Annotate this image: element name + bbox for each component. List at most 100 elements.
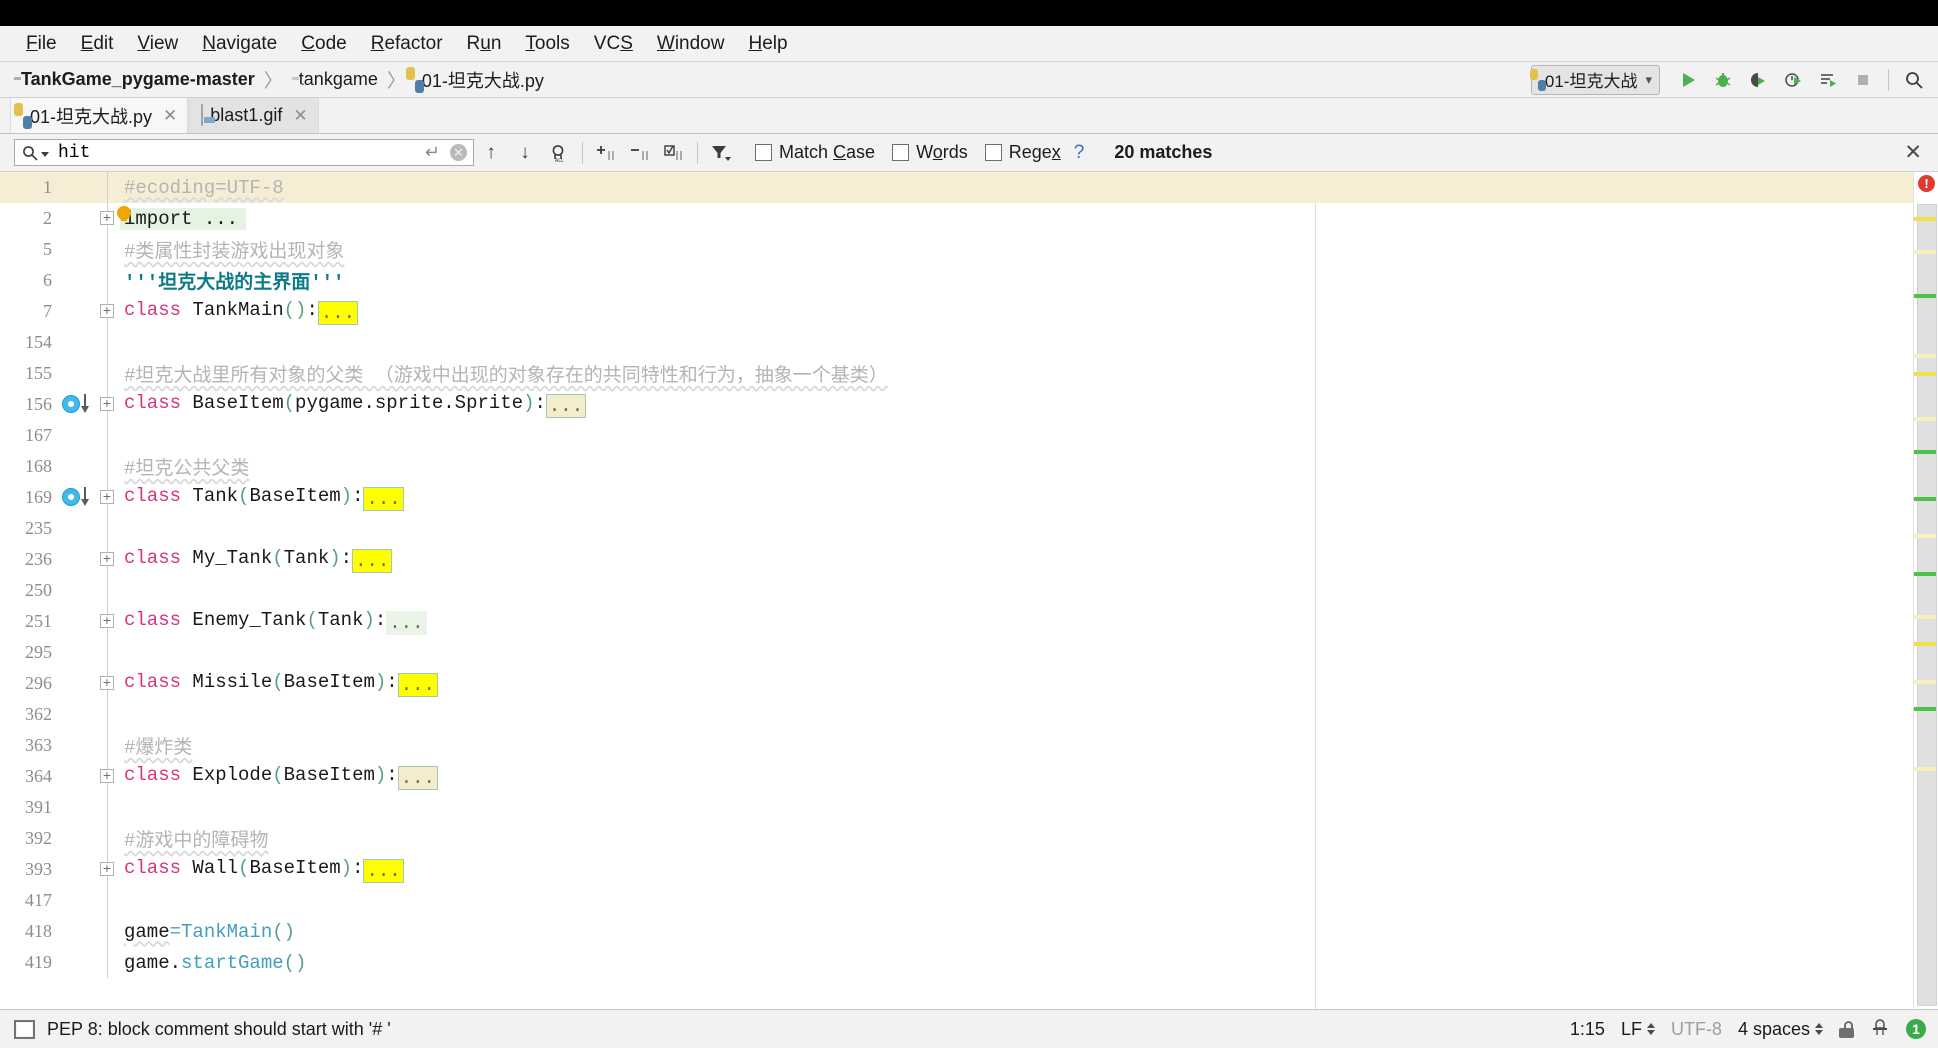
fold-expand-icon[interactable] bbox=[100, 676, 114, 690]
code-text[interactable]: class Wall(BaseItem):... bbox=[120, 857, 1913, 883]
fold-column[interactable] bbox=[94, 265, 120, 296]
fold-column[interactable] bbox=[94, 575, 120, 606]
editor-marker-bar[interactable]: ! bbox=[1913, 172, 1938, 1009]
fold-column[interactable] bbox=[94, 761, 120, 792]
filter-button[interactable] bbox=[706, 139, 736, 167]
close-find-bar-button[interactable]: ✕ bbox=[1904, 140, 1928, 165]
fold-column[interactable] bbox=[94, 296, 120, 327]
marker-stripe[interactable] bbox=[1914, 372, 1936, 376]
search-history-chevron-icon[interactable] bbox=[41, 152, 49, 157]
code-text[interactable]: class My_Tank(Tank):... bbox=[120, 547, 1913, 573]
code-line[interactable]: 250 bbox=[0, 575, 1913, 606]
readonly-toggle[interactable] bbox=[1839, 1021, 1854, 1038]
menu-vcs[interactable]: VCS bbox=[582, 27, 645, 61]
code-text[interactable]: class BaseItem(pygame.sprite.Sprite):... bbox=[120, 392, 1913, 418]
code-line[interactable]: 362 bbox=[0, 699, 1913, 730]
code-line[interactable]: 364class Explode(BaseItem):... bbox=[0, 761, 1913, 792]
debug-button[interactable] bbox=[1707, 65, 1739, 95]
fold-column[interactable] bbox=[94, 451, 120, 482]
code-line[interactable]: 167 bbox=[0, 420, 1913, 451]
override-method-icon[interactable] bbox=[62, 488, 80, 506]
regex-checkbox[interactable]: Regex bbox=[985, 142, 1061, 163]
fold-column[interactable] bbox=[94, 420, 120, 451]
fold-expand-icon[interactable] bbox=[100, 304, 114, 318]
code-line[interactable]: 6'''坦克大战的主界面''' bbox=[0, 265, 1913, 296]
run-button[interactable] bbox=[1672, 65, 1704, 95]
find-next-button[interactable]: ↓ bbox=[510, 139, 540, 167]
breadcrumb-package[interactable]: tankgame bbox=[292, 69, 378, 90]
code-line[interactable]: 235 bbox=[0, 513, 1913, 544]
menu-view[interactable]: View bbox=[125, 27, 190, 61]
fold-column[interactable] bbox=[94, 513, 120, 544]
code-text[interactable]: game=TankMain() bbox=[120, 921, 1913, 943]
code-text[interactable]: #坦克大战里所有对象的父类 （游戏中出现的对象存在的共同特性和行为，抽象一个基类… bbox=[120, 360, 1913, 387]
marker-stripe[interactable] bbox=[1914, 497, 1936, 501]
fold-column[interactable] bbox=[94, 327, 120, 358]
run-with-console-button[interactable] bbox=[1812, 65, 1844, 95]
encoding-selector[interactable]: UTF-8 bbox=[1671, 1019, 1722, 1040]
add-selection-next-button[interactable] bbox=[591, 139, 621, 167]
code-line[interactable]: 392#游戏中的障碍物 bbox=[0, 823, 1913, 854]
marker-stripe[interactable] bbox=[1914, 642, 1936, 646]
fold-column[interactable] bbox=[94, 234, 120, 265]
fold-column[interactable] bbox=[94, 358, 120, 389]
fold-expand-icon[interactable] bbox=[100, 211, 114, 225]
menu-navigate[interactable]: Navigate bbox=[190, 27, 289, 61]
fold-expand-icon[interactable] bbox=[100, 614, 114, 628]
menu-tools[interactable]: Tools bbox=[513, 27, 581, 61]
code-editor[interactable]: 1#ecoding=UTF-82import ...5#类属性封装游戏出现对象6… bbox=[0, 172, 1913, 1009]
fold-expand-icon[interactable] bbox=[100, 552, 114, 566]
code-line[interactable]: 154 bbox=[0, 327, 1913, 358]
code-text[interactable]: class Missile(BaseItem):... bbox=[120, 671, 1913, 697]
code-text[interactable]: #爆炸类 bbox=[120, 732, 1913, 759]
intention-bulb-icon[interactable] bbox=[117, 206, 131, 220]
fold-column[interactable] bbox=[94, 637, 120, 668]
code-line[interactable]: 393class Wall(BaseItem):... bbox=[0, 854, 1913, 885]
menu-edit[interactable]: Edit bbox=[69, 27, 126, 61]
override-method-icon[interactable] bbox=[62, 395, 80, 413]
marker-stripe[interactable] bbox=[1914, 767, 1936, 771]
marker-stripe[interactable] bbox=[1914, 534, 1936, 538]
menu-file[interactable]: File bbox=[14, 27, 69, 61]
indent-selector[interactable]: 4 spaces bbox=[1738, 1019, 1823, 1040]
code-line[interactable]: 7class TankMain():... bbox=[0, 296, 1913, 327]
regex-help-link[interactable]: ? bbox=[1074, 142, 1085, 164]
code-line[interactable]: 295 bbox=[0, 637, 1913, 668]
error-badge-icon[interactable]: ! bbox=[1918, 175, 1935, 192]
code-text[interactable]: game.startGame() bbox=[120, 952, 1913, 974]
code-line[interactable]: 2import ... bbox=[0, 203, 1913, 234]
fold-column[interactable] bbox=[94, 947, 120, 978]
code-line[interactable]: 363#爆炸类 bbox=[0, 730, 1913, 761]
menu-help[interactable]: Help bbox=[736, 27, 799, 61]
fold-column[interactable] bbox=[94, 482, 120, 513]
code-text[interactable]: #类属性封装游戏出现对象 bbox=[120, 236, 1913, 263]
words-checkbox[interactable]: Words bbox=[892, 142, 968, 163]
code-line[interactable]: 251class Enemy_Tank(Tank):... bbox=[0, 606, 1913, 637]
code-text[interactable]: import ... bbox=[120, 208, 246, 230]
event-log-badge[interactable]: 1 bbox=[1906, 1019, 1926, 1039]
code-line[interactable]: 5#类属性封装游戏出现对象 bbox=[0, 234, 1913, 265]
tab-01-tank-py[interactable]: 01-坦克大战.py ✕ bbox=[10, 98, 188, 133]
fold-column[interactable] bbox=[94, 823, 120, 854]
marker-stripe[interactable] bbox=[1914, 217, 1936, 221]
scrollbar-thumb[interactable] bbox=[1917, 204, 1937, 1006]
fold-expand-icon[interactable] bbox=[100, 397, 114, 411]
fold-expand-icon[interactable] bbox=[100, 862, 114, 876]
fold-expand-icon[interactable] bbox=[100, 490, 114, 504]
fold-column[interactable] bbox=[94, 699, 120, 730]
fold-column[interactable] bbox=[94, 668, 120, 699]
code-text[interactable]: class Tank(BaseItem):... bbox=[120, 485, 1913, 511]
code-text[interactable]: #游戏中的障碍物 bbox=[120, 825, 1913, 852]
marker-stripe[interactable] bbox=[1914, 417, 1936, 421]
search-field-wrapper[interactable]: ↵ ✕ bbox=[14, 139, 474, 166]
code-text[interactable]: #坦克公共父类 bbox=[120, 453, 1913, 480]
code-text[interactable]: class Enemy_Tank(Tank):... bbox=[120, 609, 1913, 635]
code-line[interactable]: 1#ecoding=UTF-8 bbox=[0, 172, 1913, 203]
code-line[interactable]: 236class My_Tank(Tank):... bbox=[0, 544, 1913, 575]
select-all-occurrences-button[interactable] bbox=[659, 139, 689, 167]
code-line[interactable]: 168#坦克公共父类 bbox=[0, 451, 1913, 482]
code-line[interactable]: 156class BaseItem(pygame.sprite.Sprite):… bbox=[0, 389, 1913, 420]
search-everywhere-button[interactable] bbox=[1898, 65, 1930, 95]
code-line[interactable]: 296class Missile(BaseItem):... bbox=[0, 668, 1913, 699]
tab-close-icon[interactable]: ✕ bbox=[293, 107, 307, 124]
